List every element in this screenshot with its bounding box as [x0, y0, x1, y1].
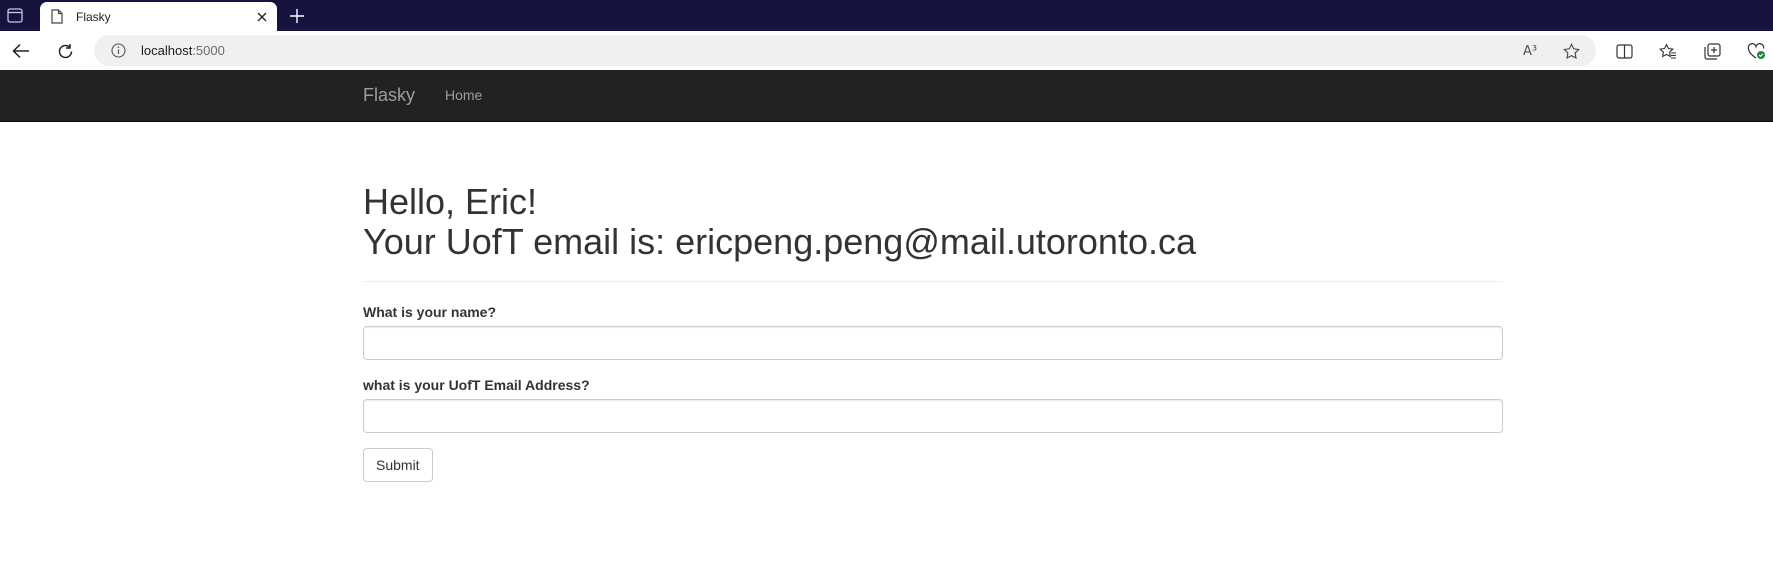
site-navbar: Flasky Home: [0, 70, 1773, 122]
name-input[interactable]: [363, 326, 1503, 360]
collections-icon[interactable]: [1701, 40, 1723, 62]
favorites-icon[interactable]: [1657, 40, 1679, 62]
page-heading: Hello, Eric! Your UofT email is: ericpen…: [363, 182, 1503, 262]
greeting-text: Hello, Eric!: [363, 181, 538, 222]
page-header: Hello, Eric! Your UofT email is: ericpen…: [363, 182, 1503, 282]
back-icon[interactable]: [10, 40, 32, 62]
new-tab-icon[interactable]: [287, 6, 307, 26]
email-input[interactable]: [363, 399, 1503, 433]
name-label: What is your name?: [363, 304, 497, 320]
url-host: localhost: [141, 43, 193, 58]
read-aloud-icon[interactable]: A³: [1519, 40, 1541, 62]
user-form: What is your name? what is your UofT Ema…: [363, 304, 1503, 482]
browser-tab-strip: Flasky: [0, 0, 1773, 31]
tab-title: Flasky: [76, 9, 111, 24]
tab-close-icon[interactable]: [252, 7, 272, 27]
navbar-brand[interactable]: Flasky: [363, 85, 415, 106]
address-bar[interactable]: localhost:5000 A³: [94, 35, 1596, 66]
site-info-icon[interactable]: [110, 42, 127, 59]
tab-actions-icon[interactable]: [6, 7, 24, 24]
url-text[interactable]: localhost:5000: [141, 43, 225, 58]
email-form-group: what is your UofT Email Address?: [363, 377, 1503, 433]
name-form-group: What is your name?: [363, 304, 1503, 360]
main-container: Hello, Eric! Your UofT email is: ericpen…: [363, 122, 1503, 482]
browser-tab-active[interactable]: Flasky: [40, 2, 277, 31]
email-display-text: Your UofT email is: ericpeng.peng@mail.u…: [363, 221, 1196, 262]
browser-essentials-icon[interactable]: [1745, 40, 1767, 62]
nav-link-home[interactable]: Home: [445, 87, 482, 103]
favorite-star-icon[interactable]: [1560, 40, 1582, 62]
reload-icon[interactable]: [54, 40, 76, 62]
split-screen-icon[interactable]: [1613, 40, 1635, 62]
url-port: :5000: [192, 43, 225, 58]
browser-toolbar: localhost:5000 A³: [0, 31, 1773, 70]
email-label: what is your UofT Email Address?: [363, 377, 590, 393]
submit-button[interactable]: Submit: [363, 448, 433, 482]
page-icon: [51, 9, 65, 25]
